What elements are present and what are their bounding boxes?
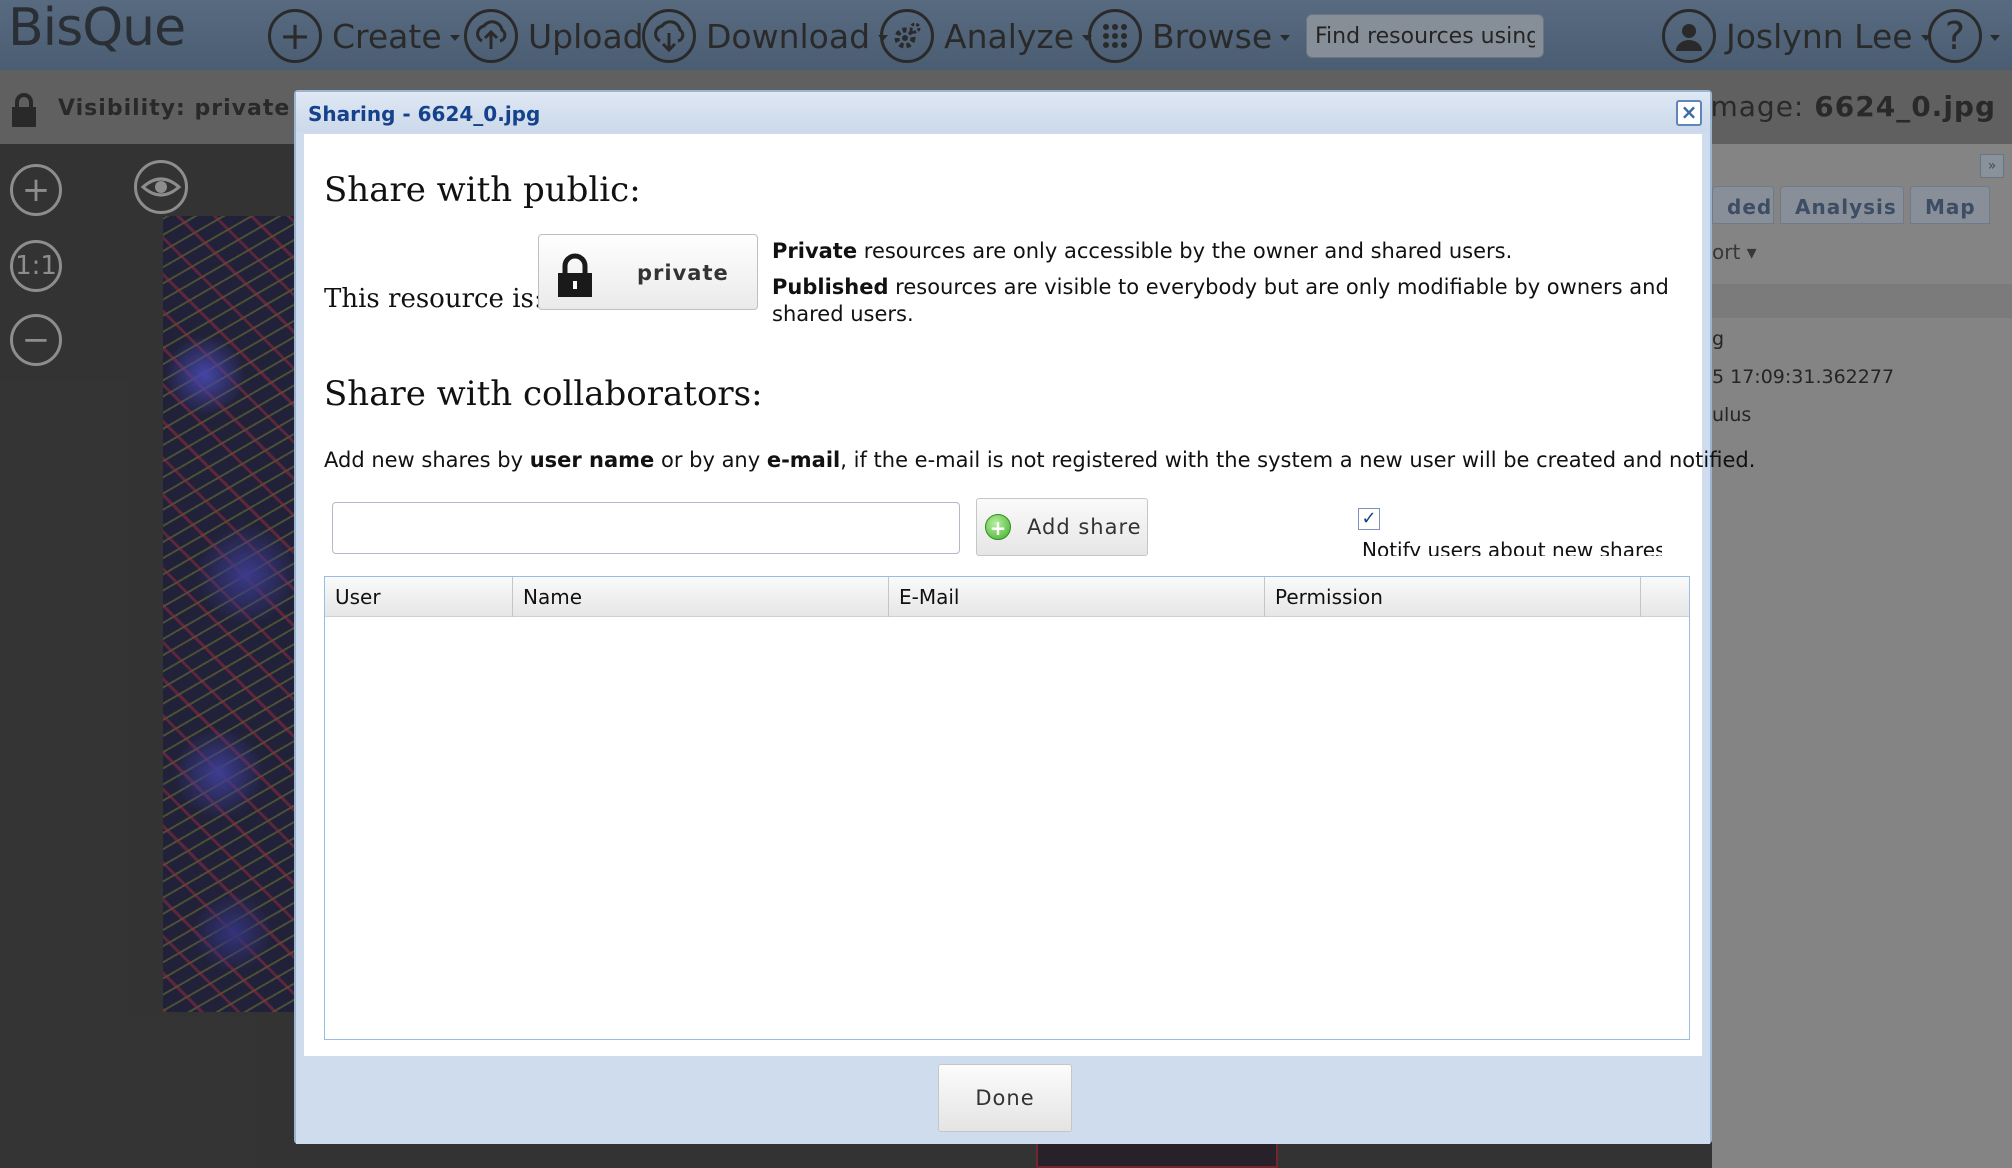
add-share-button[interactable]: + Add share [976, 498, 1148, 556]
dialog-footer: Done [296, 1056, 1710, 1144]
dialog-header[interactable]: Sharing - 6624_0.jpg × [296, 92, 1710, 132]
public-share-heading: Share with public: [324, 170, 641, 210]
shares-table: User Name E-Mail Permission [324, 576, 1690, 1040]
sharing-dialog: Sharing - 6624_0.jpg × Share with public… [294, 90, 1755, 1144]
private-description: Private resources are only accessible by… [772, 238, 1682, 265]
notify-checkbox[interactable]: ✓ [1358, 508, 1380, 530]
column-header-email[interactable]: E-Mail [889, 577, 1265, 617]
dialog-body: Share with public: This resource is: pri… [304, 134, 1755, 1056]
private-term: Private [772, 239, 858, 263]
column-header-user[interactable]: User [325, 577, 513, 617]
column-header-actions [1641, 577, 1689, 617]
column-header-name[interactable]: Name [513, 577, 889, 617]
shares-table-header: User Name E-Mail Permission [325, 577, 1689, 617]
private-description-text: resources are only accessible by the own… [857, 239, 1513, 263]
visibility-toggle-label: private [637, 261, 729, 285]
dialog-title: Sharing - 6624_0.jpg [308, 102, 541, 126]
published-description-text: resources are visible to everybody but a… [772, 275, 1669, 326]
instructions-email: e-mail [766, 448, 841, 472]
lock-icon [558, 253, 592, 297]
instructions-user-name: user name [529, 448, 655, 472]
notify-label-container: Notify users about new shares [1362, 536, 1662, 556]
column-header-permission[interactable]: Permission [1265, 577, 1641, 617]
instructions-part-1: Add new shares by [324, 448, 530, 472]
published-description: Published resources are visible to every… [772, 274, 1682, 328]
share-user-input[interactable] [332, 502, 960, 554]
done-button[interactable]: Done [938, 1064, 1072, 1132]
share-instructions: Add new shares by user name or by any e-… [324, 448, 1755, 472]
instructions-part-3: , if the e-mail is not registered with t… [840, 448, 1756, 472]
add-circle-icon: + [985, 514, 1011, 540]
notify-label: Notify users about new shares [1362, 538, 1662, 556]
close-icon[interactable]: × [1676, 100, 1702, 126]
add-share-label: Add share [1027, 515, 1142, 539]
collaborators-heading: Share with collaborators: [324, 374, 763, 414]
resource-status-label: This resource is: [324, 284, 543, 314]
instructions-part-2: or by any [654, 448, 767, 472]
published-term: Published [772, 275, 889, 299]
visibility-toggle-button[interactable]: private [538, 234, 758, 310]
